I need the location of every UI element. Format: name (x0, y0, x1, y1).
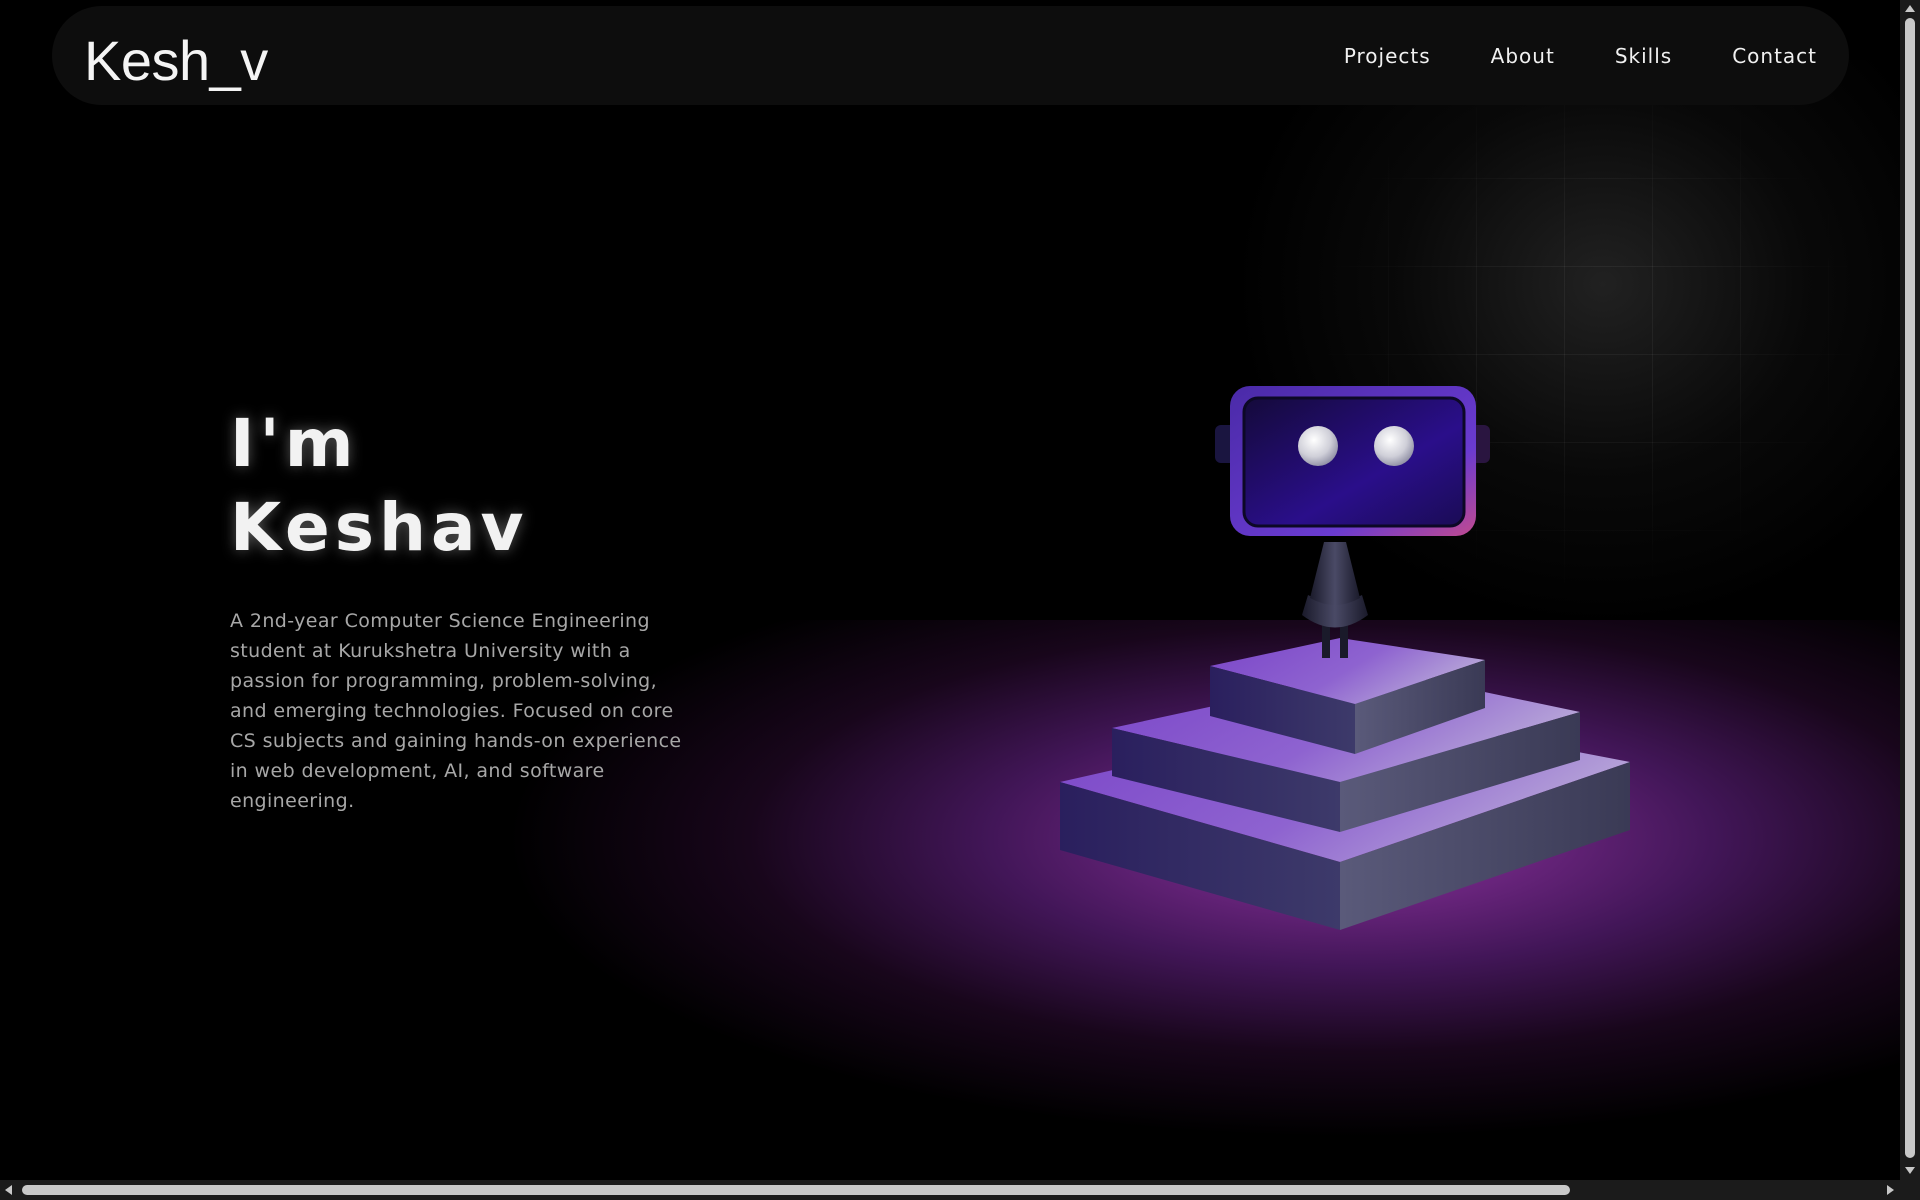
vertical-scrollbar[interactable] (1900, 0, 1920, 1180)
hero-title-line2: Keshav (230, 489, 529, 566)
nav-link-projects[interactable]: Projects (1344, 44, 1431, 68)
nav-link-skills[interactable]: Skills (1615, 44, 1672, 68)
nav-link-contact[interactable]: Contact (1732, 44, 1817, 68)
robot-left-eye (1298, 426, 1338, 466)
scrollbar-corner (1900, 1180, 1920, 1200)
site-logo[interactable]: Kesh_v (84, 28, 268, 93)
scroll-right-arrow-icon[interactable] (1887, 1185, 1894, 1195)
horizontal-scroll-thumb[interactable] (22, 1185, 1570, 1195)
hero-description: A 2nd-year Computer Science Engineering … (230, 610, 682, 812)
scroll-left-arrow-icon[interactable] (5, 1185, 12, 1195)
nav-link-about[interactable]: About (1491, 44, 1555, 68)
hero-title: I'm Keshav (230, 402, 529, 570)
vertical-scroll-thumb[interactable] (1905, 18, 1915, 1158)
scroll-down-arrow-icon[interactable] (1905, 1167, 1915, 1174)
portfolio-page: Kesh_v Projects About Skills Contact I'm… (0, 0, 1920, 1200)
hero-title-line1: I'm (230, 405, 359, 482)
nav-links: Projects About Skills Contact (1344, 44, 1817, 68)
scroll-up-arrow-icon[interactable] (1905, 5, 1915, 12)
robot-head (1215, 386, 1490, 536)
robot-right-eye (1374, 426, 1414, 466)
horizontal-scrollbar[interactable] (0, 1180, 1900, 1200)
navbar: Kesh_v Projects About Skills Contact (52, 6, 1849, 105)
robot-illustration[interactable] (1040, 370, 1660, 970)
